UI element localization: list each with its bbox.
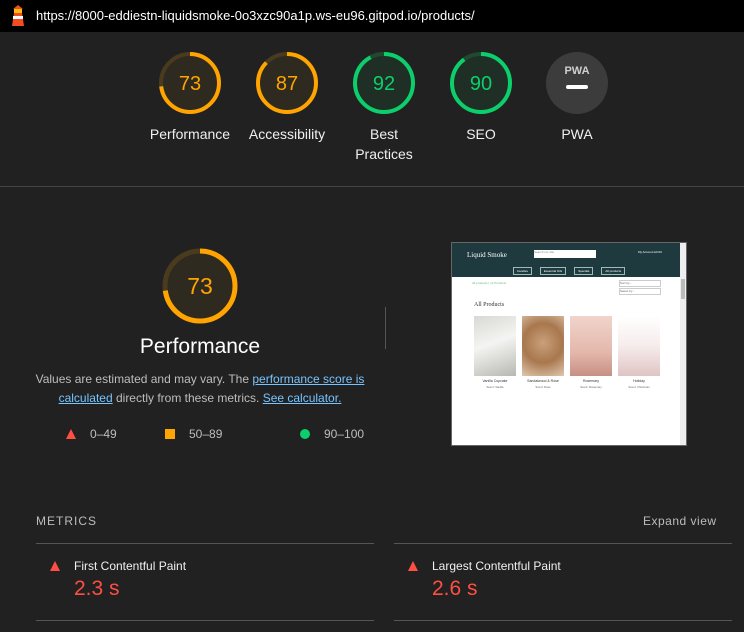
performance-score-gauge: 73 — [162, 248, 238, 324]
metric-name: First Contentful Paint — [74, 559, 187, 573]
vertical-divider — [385, 307, 386, 349]
fail-triangle-icon — [50, 561, 60, 571]
desc-mid: directly from these metrics. — [112, 391, 263, 405]
gauge-accessibility[interactable]: 87 Accessibility — [232, 50, 342, 144]
expand-view-toggle[interactable]: Expand view — [643, 514, 717, 528]
product-sub: Scent: Vanilla — [486, 385, 504, 389]
screenshot-bag: £0.00 — [654, 250, 662, 254]
screenshot-menu: Candles Essential Oils Specials All prod… — [452, 267, 686, 275]
screenshot-menu-item: All products — [601, 267, 626, 275]
gauge-pwa[interactable]: PWA PWA — [522, 50, 632, 144]
metric-divider — [36, 543, 374, 544]
screenshot-breadcrumb: All products | 12 Products — [472, 281, 507, 285]
gauge-label: PWA — [561, 126, 593, 142]
performance-score: 73 — [187, 273, 213, 299]
legend-fail: 0–49 — [66, 427, 117, 441]
page-url[interactable]: https://8000-eddiestn-liquidsmoke-0o3xzc… — [36, 8, 475, 23]
legend-pass-label: 90–100 — [324, 427, 365, 441]
product-image — [522, 316, 564, 376]
legend-average: 50–89 — [165, 427, 222, 441]
product-sub: Scent: Rosemary — [580, 385, 602, 389]
product-image — [618, 316, 660, 376]
screenshot-account: My Account — [638, 250, 654, 254]
gauge-score: 92 — [373, 73, 395, 95]
gauge-label: Accessibility — [248, 126, 326, 142]
metric-value: 2.6 s — [432, 577, 478, 600]
product-name: Sandalwood & Rose — [527, 379, 559, 383]
metric-divider — [394, 543, 732, 544]
screenshot-nav-icons: My Account £0.00 — [638, 250, 662, 254]
gauge-best-practices[interactable]: 92 Best Practices — [329, 50, 439, 164]
section-divider — [0, 186, 744, 187]
legend-fail-label: 0–49 — [90, 427, 117, 441]
product-sub: Scent: Christmas — [628, 385, 650, 389]
score-ring-icon: 87 — [256, 52, 318, 114]
gauge-seo[interactable]: 90 SEO — [426, 50, 536, 144]
legend-average-label: 50–89 — [189, 427, 223, 441]
product-name: Rosemary — [583, 379, 599, 383]
score-ring-icon: 90 — [450, 52, 512, 114]
product-image — [474, 316, 516, 376]
pwa-badge-text: PWA — [564, 65, 589, 77]
performance-description: Values are estimated and may vary. The p… — [30, 370, 370, 408]
desc-prefix: Values are estimated and may vary. The — [35, 372, 253, 386]
average-square-icon — [165, 429, 175, 439]
metric-name: Largest Contentful Paint — [432, 559, 561, 573]
screenshot-search: Search our site — [534, 250, 596, 258]
gauge-label: Performance — [149, 126, 231, 142]
screenshot-menu-item: Essential Oils — [539, 267, 567, 275]
page-screenshot-thumbnail[interactable]: Liquid Smoke Search our site My Account … — [451, 242, 687, 446]
lighthouse-logo-icon — [12, 5, 24, 26]
screenshot-brand: Liquid Smoke — [467, 251, 507, 259]
metrics-heading: METRICS — [36, 514, 97, 528]
calculator-link[interactable]: See calculator. — [263, 391, 342, 405]
product-name: Vanilla Cupcake — [482, 379, 508, 383]
product-image — [570, 316, 612, 376]
fail-triangle-icon — [66, 429, 76, 439]
gauge-label: Best Practices — [329, 124, 439, 164]
screenshot-product-card: Rosemary Scent: Rosemary — [570, 316, 612, 389]
metric-value: 2.3 s — [74, 577, 120, 600]
gauge-performance[interactable]: 73 Performance — [135, 50, 245, 144]
screenshot-scroll-thumb — [681, 279, 685, 299]
product-sub: Scent: Rose — [535, 385, 551, 389]
metric-divider — [394, 620, 732, 621]
screenshot-product-card: Sandalwood & Rose Scent: Rose — [522, 316, 564, 389]
metric-divider — [36, 620, 374, 621]
screenshot-sort-2: Select by... — [619, 288, 661, 295]
category-gauges: 73 Performance 87 Accessibility 92 Best … — [0, 50, 744, 170]
address-bar: https://8000-eddiestn-liquidsmoke-0o3xzc… — [0, 0, 744, 32]
screenshot-menu-item: Specials — [574, 267, 594, 275]
score-ring-icon: 73 — [159, 52, 221, 114]
screenshot-menu-item: Candles — [512, 267, 532, 275]
gauge-label: SEO — [466, 126, 496, 142]
screenshot-product-card: Vanilla Cupcake Scent: Vanilla — [474, 316, 516, 389]
performance-title: Performance — [139, 335, 261, 358]
product-name: Holiday — [633, 379, 645, 383]
screenshot-scrollbar — [680, 243, 686, 445]
screenshot-product-card: Holiday Scent: Christmas — [618, 316, 660, 389]
screenshot-sort: Sort by... — [619, 280, 661, 287]
pwa-badge-icon: PWA — [546, 52, 608, 114]
score-ring-icon: 92 — [353, 52, 415, 114]
gauge-label-line2: Practices — [355, 146, 413, 162]
legend-pass: 90–100 — [300, 427, 364, 441]
fail-triangle-icon — [408, 561, 418, 571]
gauge-score: 73 — [179, 73, 201, 95]
gauge-score: 87 — [276, 73, 298, 95]
gauge-label-line1: Best — [369, 126, 398, 142]
pass-circle-icon — [300, 429, 310, 439]
screenshot-heading: All Products — [474, 302, 505, 308]
gauge-score: 90 — [470, 73, 492, 95]
